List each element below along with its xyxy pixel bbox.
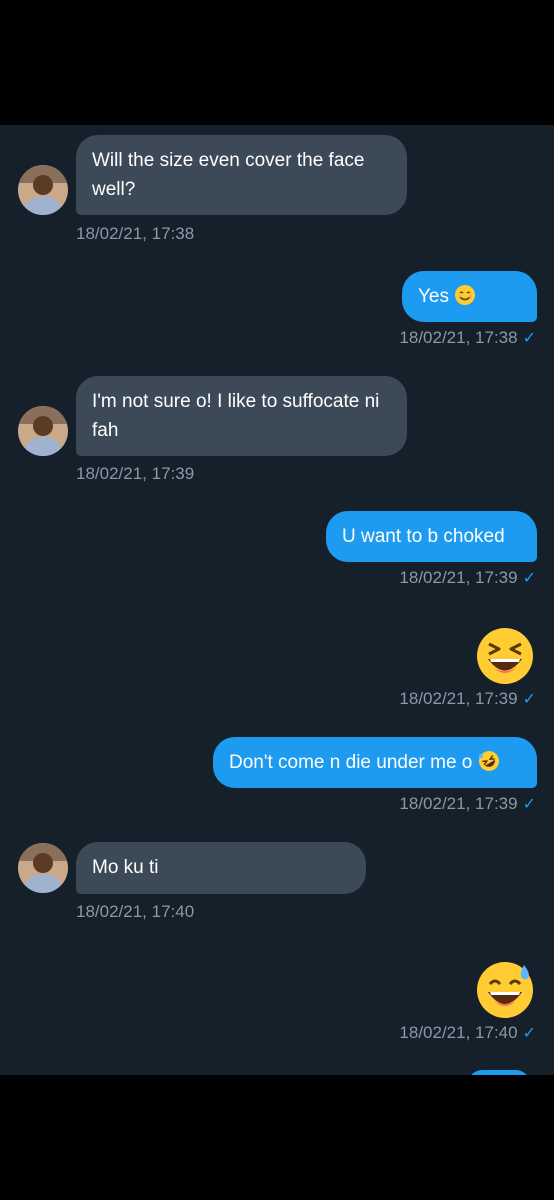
incoming-message-bubble[interactable]: Mo ku ti [76,842,366,894]
read-check-icon: ✓ [522,691,536,708]
message-timestamp: 18/02/21, 17:38 [76,224,195,243]
rolling-on-floor-laughing-icon [478,750,500,781]
message-timestamp: 18/02/21, 17:39 [76,464,195,483]
incoming-message-bubble[interactable]: I'm not sure o! I like to suffocate ni f… [76,376,407,456]
outgoing-message-bubble[interactable]: U want to b choked [326,511,537,562]
incoming-message-bubble[interactable]: Will the size even cover the face well? [76,135,407,215]
message-timestamp: 18/02/21, 17:39 ✓ [399,794,536,813]
read-check-icon: ✓ [522,570,536,587]
message-timestamp: 18/02/21, 17:40 [76,902,195,921]
message-timestamp: 18/02/21, 17:38 ✓ [399,328,536,347]
conversation-thread[interactable]: Will the size even cover the face well? … [0,125,554,1075]
laughing-squinting-face-icon[interactable] [475,626,535,691]
read-check-icon: ✓ [522,330,536,347]
read-check-icon: ✓ [522,796,536,813]
screen: Will the size even cover the face well? … [0,0,554,1200]
message-text: I'm not sure o! I like to suffocate ni f… [92,391,380,441]
message-timestamp: 18/02/21, 17:40 ✓ [399,1023,536,1042]
message-text: Yes [418,286,449,307]
outgoing-message-bubble[interactable]: Don't come n die under me o [213,737,537,788]
read-check-icon: ✓ [522,1025,536,1042]
contact-avatar[interactable] [18,843,68,893]
contact-avatar[interactable] [18,165,68,215]
outgoing-message-bubble-partial[interactable] [468,1070,530,1075]
contact-avatar[interactable] [18,406,68,456]
message-timestamp: 18/02/21, 17:39 ✓ [399,689,536,708]
message-text: Mo ku ti [92,857,159,878]
outgoing-message-bubble[interactable]: Yes [402,271,537,322]
grinning-face-with-sweat-icon[interactable] [475,960,535,1025]
message-text: Will the size even cover the face well? [92,150,365,200]
smiling-face-icon [454,284,476,315]
message-text: U want to b choked [342,526,505,547]
message-timestamp: 18/02/21, 17:39 ✓ [399,568,536,587]
message-text: Don't come n die under me o [229,752,473,773]
